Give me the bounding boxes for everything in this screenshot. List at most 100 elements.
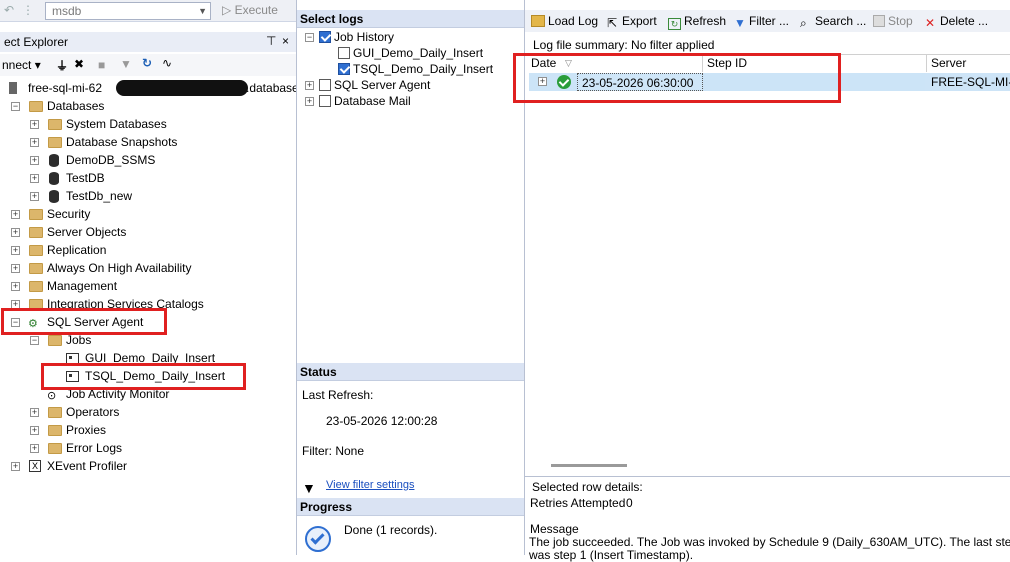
last-refresh-label: Last Refresh:: [302, 388, 374, 402]
collapse-icon[interactable]: −: [30, 336, 39, 345]
database-select[interactable]: msdb ▼: [45, 2, 211, 20]
tree-label: Management: [47, 279, 118, 293]
folder-icon: [48, 137, 62, 148]
tree-security[interactable]: + Security: [0, 205, 296, 223]
tree-always-on[interactable]: + Always On High Availability: [0, 259, 296, 277]
tree-server-node[interactable]: free-sql-mi-62 .database: [0, 79, 299, 97]
folder-icon: [29, 101, 43, 112]
tree-server-objects[interactable]: + Server Objects: [0, 223, 296, 241]
expand-icon[interactable]: +: [30, 426, 39, 435]
tree-db-testdb[interactable]: + TestDB: [0, 169, 296, 187]
close-icon[interactable]: ×: [282, 34, 289, 48]
filter-button[interactable]: ▼ Filter ...: [734, 13, 789, 30]
tree-label: XEvent Profiler: [47, 459, 128, 473]
delete-x-icon: ✕: [925, 16, 936, 30]
database-mail-checkbox[interactable]: [319, 95, 331, 107]
tree-management[interactable]: + Management: [0, 277, 296, 295]
progress-header: Progress: [297, 498, 525, 516]
tree-xevent-profiler[interactable]: + X XEvent Profiler: [0, 457, 296, 475]
tree-proxies[interactable]: + Proxies: [0, 421, 296, 439]
refresh-label: Refresh: [684, 14, 727, 28]
highlight-box-row: [513, 53, 841, 103]
column-header-server[interactable]: Server: [929, 55, 1010, 72]
collapse-icon[interactable]: −: [305, 33, 314, 42]
profiler-icon: X: [29, 460, 41, 472]
details-header: Selected row details:: [532, 480, 643, 494]
tree-label: Security: [47, 207, 91, 221]
delete-button[interactable]: ✕ Delete ...: [925, 13, 988, 30]
pin-icon[interactable]: ⊤: [266, 34, 276, 48]
last-refresh-value: 23-05-2026 12:00:28: [326, 414, 438, 428]
gui-demo-checkbox[interactable]: [338, 47, 350, 59]
disconnect-icon[interactable]: ✖: [74, 57, 84, 71]
stop-label: Stop: [888, 14, 913, 28]
tree-label: Replication: [47, 243, 107, 257]
refresh-icon[interactable]: ↻: [142, 56, 152, 70]
export-label: Export: [622, 14, 657, 28]
tsql-demo-checkbox[interactable]: [338, 63, 350, 75]
expand-icon[interactable]: +: [305, 97, 314, 106]
log-database-mail[interactable]: + Database Mail: [297, 92, 525, 110]
expand-icon[interactable]: +: [11, 246, 20, 255]
filter-icon[interactable]: ▼: [120, 57, 132, 71]
tree-error-logs[interactable]: + Error Logs: [0, 439, 296, 457]
expand-icon[interactable]: +: [30, 174, 39, 183]
expand-icon[interactable]: +: [30, 120, 39, 129]
connect-label: nnect: [2, 58, 32, 72]
refresh-button[interactable]: ↻ Refresh: [668, 13, 727, 30]
retries-value: 0: [626, 496, 633, 510]
expand-icon[interactable]: +: [11, 282, 20, 291]
export-icon: ⇱: [607, 16, 618, 30]
connect-button[interactable]: nnect ▾: [2, 58, 41, 72]
tree-replication[interactable]: + Replication: [0, 241, 296, 259]
expand-icon[interactable]: +: [11, 462, 20, 471]
connect-plug-icon[interactable]: ⏚: [56, 57, 68, 74]
object-explorer-tree: free-sql-mi-62 .database − Databases + S…: [0, 76, 299, 555]
execute-button[interactable]: ▷ Execute: [222, 3, 278, 17]
folder-icon: [48, 119, 62, 130]
folder-icon: [48, 425, 62, 436]
expand-icon[interactable]: +: [30, 192, 39, 201]
tree-label: Database Mail: [334, 94, 411, 108]
stop-button[interactable]: Stop: [873, 13, 913, 29]
database-icon: [49, 154, 59, 167]
load-log-button[interactable]: Load Log: [531, 13, 598, 29]
load-log-label: Load Log: [548, 14, 599, 28]
expand-icon[interactable]: +: [30, 156, 39, 165]
sql-agent-checkbox[interactable]: [319, 79, 331, 91]
log-toolbar: Load Log ⇱ Export ↻ Refresh ▼ Filter ... ⌕ S…: [525, 10, 1010, 32]
ssms-toolbar: ↶ ⋮ msdb ▼ ▷ Execute: [0, 0, 296, 22]
expand-icon[interactable]: +: [11, 264, 20, 273]
expand-icon[interactable]: +: [30, 138, 39, 147]
job-history-checkbox[interactable]: [319, 31, 331, 43]
object-explorer-title-bar: ect Explorer ⊤ ×: [0, 32, 296, 52]
column-label: Server: [931, 56, 967, 70]
expand-icon[interactable]: +: [30, 444, 39, 453]
tree-databases[interactable]: − Databases: [0, 97, 296, 115]
undo-icon[interactable]: ↶: [4, 3, 14, 17]
tree-label: TestDB: [66, 171, 105, 185]
export-button[interactable]: ⇱ Export: [607, 13, 657, 30]
expand-icon[interactable]: +: [11, 210, 20, 219]
view-filter-settings-link[interactable]: View filter settings: [326, 479, 414, 491]
expand-icon[interactable]: +: [30, 408, 39, 417]
stop-icon[interactable]: ■: [98, 58, 105, 72]
folder-icon: [29, 227, 43, 238]
tree-db-demodb[interactable]: + DemoDB_SSMS: [0, 151, 296, 169]
activity-icon[interactable]: ∿: [162, 56, 172, 70]
expand-icon[interactable]: +: [305, 81, 314, 90]
toolbar-grip-icon: ⋮: [22, 3, 34, 17]
execute-label: Execute: [234, 3, 278, 17]
filter-funnel-icon: ▼: [734, 16, 746, 30]
tree-db-testdb-new[interactable]: + TestDb_new: [0, 187, 296, 205]
search-label: Search ...: [815, 14, 867, 28]
folder-icon: [48, 407, 62, 418]
tree-database-snapshots[interactable]: + Database Snapshots: [0, 133, 296, 151]
expand-icon[interactable]: +: [11, 228, 20, 237]
collapse-icon[interactable]: −: [11, 102, 20, 111]
tree-system-databases[interactable]: + System Databases: [0, 115, 296, 133]
progress-message: Done (1 records).: [344, 523, 438, 537]
search-button[interactable]: ⌕ Search ...: [800, 13, 867, 30]
tree-operators[interactable]: + Operators: [0, 403, 296, 421]
horizontal-scrollbar[interactable]: [551, 464, 627, 467]
